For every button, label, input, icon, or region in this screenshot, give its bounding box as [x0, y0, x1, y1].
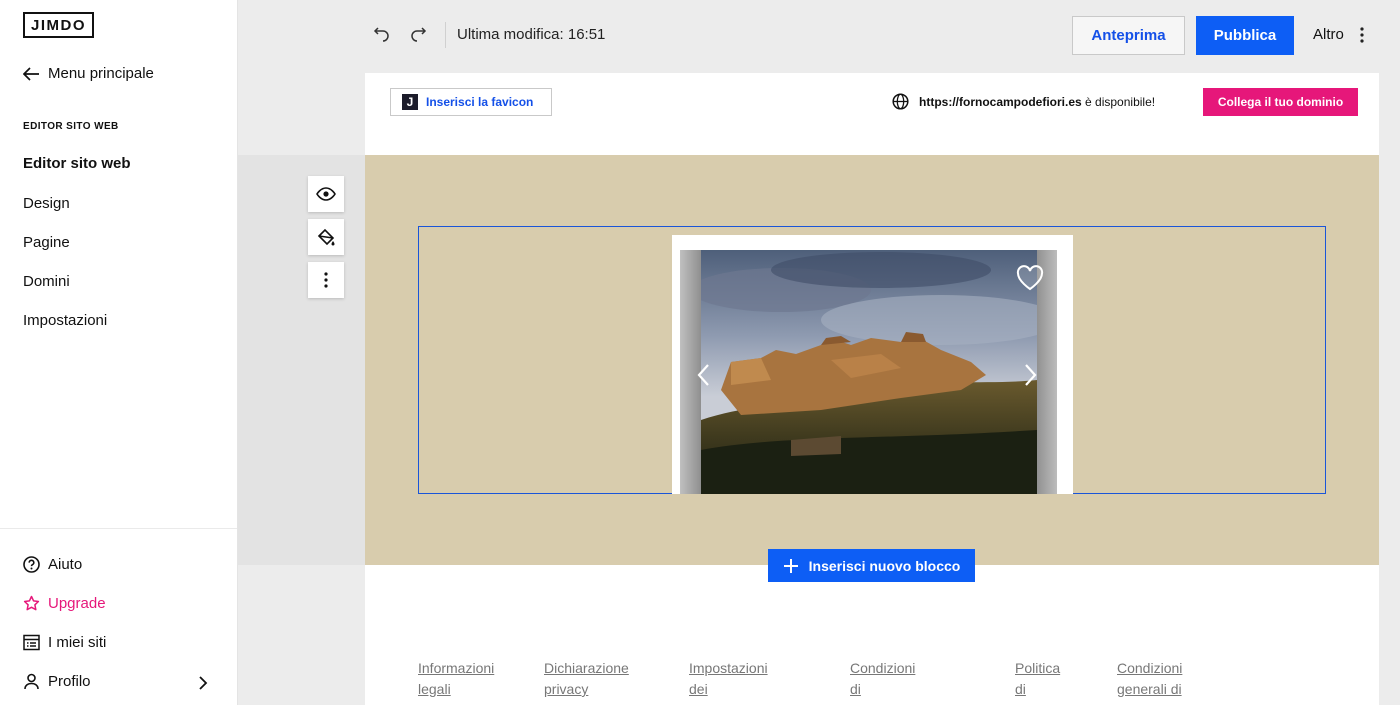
editor-gutter	[238, 155, 365, 565]
list-grid-icon	[23, 634, 40, 651]
block-style-button[interactable]	[308, 219, 344, 255]
footer-link-returns[interactable]: Politica direso	[1015, 658, 1060, 705]
domain-suffix: è disponibile!	[1085, 94, 1156, 109]
domain-availability: https://fornocampodefiori.es è disponibi…	[892, 93, 1155, 110]
heart-icon[interactable]	[1016, 265, 1044, 291]
upgrade-label: Upgrade	[48, 595, 106, 612]
jimdo-logo[interactable]: JIMDO	[23, 12, 94, 38]
publish-button[interactable]: Pubblica	[1196, 16, 1294, 55]
hero-section	[365, 155, 1379, 565]
chevron-right-icon[interactable]	[198, 675, 208, 691]
footer-link-cookie-settings[interactable]: Impostazioni deicookie	[689, 658, 768, 705]
sidebar-item-domains[interactable]: Domini	[23, 273, 70, 290]
domain-url: https://fornocampodefiori.es	[919, 94, 1082, 109]
sidebar-item-pages[interactable]: Pagine	[23, 234, 70, 251]
my-sites-label: I miei siti	[48, 634, 107, 651]
toolbar-divider	[445, 22, 446, 48]
insert-new-block-button[interactable]: Inserisci nuovo blocco	[768, 549, 975, 582]
last-edit-status: Ultima modifica: 16:51	[457, 26, 606, 43]
hilltop-village-photo	[701, 250, 1037, 494]
site-header: J Inserisci la favicon https://fornocamp…	[365, 73, 1379, 155]
eye-icon	[316, 187, 336, 201]
footer-link-legal[interactable]: Informazioni legali	[418, 658, 494, 700]
globe-icon	[892, 93, 909, 110]
more-vertical-icon	[324, 272, 328, 288]
visibility-toggle-button[interactable]	[308, 176, 344, 212]
connect-domain-button[interactable]: Collega il tuo dominio	[1203, 88, 1358, 116]
insert-favicon-button[interactable]: J Inserisci la favicon	[390, 88, 552, 116]
footer-link-shipping[interactable]: Condizioni dispedizione	[850, 658, 917, 705]
sidebar-item-website-editor[interactable]: Editor sito web	[23, 155, 131, 172]
sidebar-item-design[interactable]: Design	[23, 195, 70, 212]
gallery-next-arrow-icon[interactable]	[1023, 363, 1037, 387]
gallery-prev-arrow-icon[interactable]	[697, 363, 711, 387]
block-more-button[interactable]	[308, 262, 344, 298]
upgrade-link[interactable]: Upgrade	[23, 595, 106, 612]
help-label: Aiuto	[48, 556, 83, 573]
profile-link[interactable]: Profilo	[23, 673, 91, 690]
section-label: EDITOR SITO WEB	[23, 121, 119, 132]
plus-icon	[783, 558, 798, 573]
help-link[interactable]: Aiuto	[23, 556, 82, 573]
question-icon	[23, 556, 40, 573]
back-to-main-menu[interactable]: Menu principale	[23, 65, 154, 82]
more-menu-label[interactable]: Altro	[1313, 26, 1344, 43]
redo-icon[interactable]	[409, 24, 427, 42]
sidebar: JIMDO Menu principale EDITOR SITO WEB Ed…	[0, 0, 238, 705]
insert-new-block-label: Inserisci nuovo blocco	[808, 557, 961, 574]
more-vertical-icon[interactable]	[1359, 26, 1365, 44]
footer-link-terms[interactable]: Condizioni generali dicontratto	[1117, 658, 1182, 705]
undo-icon[interactable]	[373, 24, 391, 42]
sidebar-item-settings[interactable]: Impostazioni	[23, 312, 107, 329]
favicon-preview: J	[402, 94, 418, 110]
my-sites-link[interactable]: I miei siti	[23, 634, 106, 651]
back-label: Menu principale	[48, 65, 154, 82]
profile-label: Profilo	[48, 673, 91, 690]
user-icon	[24, 673, 39, 690]
gallery-photo[interactable]	[701, 250, 1037, 494]
preview-button[interactable]: Anteprima	[1072, 16, 1185, 55]
arrow-left-icon	[23, 66, 39, 81]
favicon-label: Inserisci la favicon	[426, 95, 534, 109]
image-gallery[interactable]	[672, 235, 1073, 494]
paint-bucket-icon	[317, 228, 335, 246]
site-canvas: J Inserisci la favicon https://fornocamp…	[365, 73, 1379, 705]
footer-link-privacy[interactable]: Dichiarazione privacy	[544, 658, 629, 700]
star-icon	[23, 595, 40, 611]
